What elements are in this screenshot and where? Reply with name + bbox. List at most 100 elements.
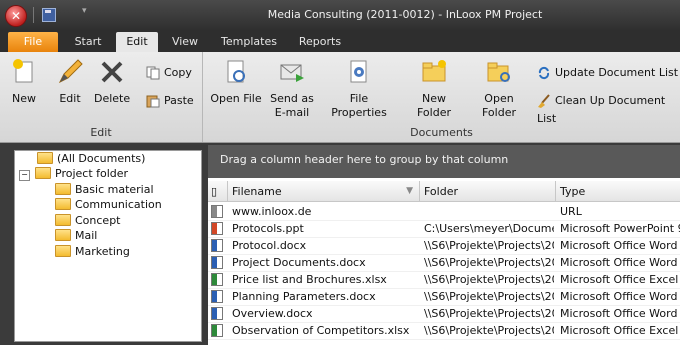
new-button[interactable]: New bbox=[8, 58, 40, 106]
open-folder-icon bbox=[485, 58, 513, 86]
email-icon bbox=[278, 58, 306, 86]
table-row[interactable]: Planning Parameters.docx \\S6\Projekte\Pr… bbox=[208, 288, 680, 306]
document-grid: Drag a column header here to group by th… bbox=[208, 145, 680, 345]
open-folder-button[interactable]: Open Folder bbox=[469, 58, 529, 120]
pencil-icon bbox=[56, 58, 84, 86]
tab-templates[interactable]: Templates bbox=[216, 32, 282, 52]
cell-folder: \\S6\Projekte\Projects\20... bbox=[424, 239, 554, 252]
powerpoint-icon bbox=[211, 222, 223, 235]
table-row[interactable]: Project Documents.docx \\S6\Projekte\Proj… bbox=[208, 254, 680, 272]
file-properties-icon bbox=[345, 58, 373, 86]
file-properties-button[interactable]: File Properties bbox=[321, 58, 397, 120]
table-row[interactable]: Price list and Brochures.xlsx \\S6\Projek… bbox=[208, 271, 680, 289]
cell-type: Microsoft Office Word Do... bbox=[560, 307, 680, 320]
tab-reports[interactable]: Reports bbox=[292, 32, 348, 52]
column-header-type[interactable]: Type bbox=[556, 181, 680, 202]
cell-folder bbox=[424, 203, 554, 220]
ribbon-group-label-edit: Edit bbox=[90, 126, 112, 139]
word-icon bbox=[211, 290, 223, 303]
cell-filename: Project Documents.docx bbox=[232, 256, 366, 269]
word-icon bbox=[211, 239, 223, 252]
window-title: Media Consulting (2011-0012) - InLoox PM… bbox=[267, 8, 543, 21]
cell-filename: Protocols.ppt bbox=[232, 222, 304, 235]
folder-icon bbox=[55, 214, 71, 226]
ribbon-group-label-documents: Documents bbox=[410, 126, 473, 139]
tab-start[interactable]: Start bbox=[68, 32, 108, 52]
tree-item-all-documents[interactable]: (All Documents) bbox=[37, 151, 145, 166]
tree-item-marketing[interactable]: Marketing bbox=[55, 244, 130, 259]
cell-type: Microsoft Office Word Do... bbox=[560, 239, 680, 252]
folder-icon bbox=[55, 198, 71, 210]
folder-icon bbox=[35, 167, 51, 179]
broom-icon bbox=[537, 94, 551, 108]
cell-filename: Protocol.docx bbox=[232, 239, 307, 252]
table-row[interactable]: Protocol.docx \\S6\Projekte\Projects\20..… bbox=[208, 237, 680, 255]
table-row[interactable]: Protocols.ppt C:\Users\meyer\Documen... Mi… bbox=[208, 220, 680, 238]
new-folder-icon bbox=[420, 58, 448, 86]
column-header-filename[interactable]: Filename ▼ bbox=[228, 181, 420, 202]
cell-filename: Planning Parameters.docx bbox=[232, 290, 376, 303]
delete-button[interactable]: Delete bbox=[94, 58, 130, 106]
document-icon: ▯ bbox=[211, 185, 218, 198]
cell-folder: \\S6\Projekte\Projects\20... bbox=[424, 307, 554, 320]
tab-edit[interactable]: Edit bbox=[116, 32, 158, 52]
ribbon-tabs: File Start Edit View Templates Reports bbox=[0, 30, 680, 52]
folder-icon bbox=[37, 152, 53, 164]
group-by-panel[interactable]: Drag a column header here to group by th… bbox=[208, 145, 680, 178]
table-row[interactable]: www.inloox.de URL bbox=[208, 203, 680, 221]
cell-type: Microsoft Office Excel Wo... bbox=[560, 324, 680, 337]
folder-icon bbox=[55, 229, 71, 241]
open-file-icon bbox=[222, 58, 250, 86]
folder-tree: (All Documents) − Project folder Basic ma… bbox=[14, 150, 202, 342]
collapse-icon[interactable]: − bbox=[19, 170, 30, 181]
word-icon bbox=[211, 256, 223, 269]
copy-button[interactable]: Copy bbox=[146, 64, 192, 82]
cell-filename: Overview.docx bbox=[232, 307, 313, 320]
cell-type: Microsoft Office Excel Wo... bbox=[560, 273, 680, 286]
delete-x-icon bbox=[98, 58, 126, 86]
folder-icon bbox=[55, 183, 71, 195]
sort-arrow-icon: ▼ bbox=[406, 186, 413, 196]
cell-folder: \\S6\Projekte\Projects\20... bbox=[424, 290, 554, 303]
clean-up-document-list-button[interactable]: Clean Up Document List bbox=[537, 92, 680, 125]
open-file-button[interactable]: Open File bbox=[209, 58, 263, 106]
new-document-icon bbox=[10, 58, 38, 86]
cell-folder: \\S6\Projekte\Projects\20... bbox=[424, 256, 554, 269]
paste-icon bbox=[146, 94, 160, 108]
cell-filename: Price list and Brochures.xlsx bbox=[232, 273, 387, 286]
table-row[interactable]: Observation of Competitors.xlsx \\S6\Proj… bbox=[208, 322, 680, 340]
tree-item-basic-material[interactable]: Basic material bbox=[55, 182, 154, 197]
copy-icon bbox=[146, 66, 160, 80]
cell-type: URL bbox=[560, 205, 582, 218]
excel-icon bbox=[211, 324, 223, 337]
ribbon: New Edit Delete Copy Paste Edit Open Fil bbox=[0, 52, 680, 143]
new-folder-button[interactable]: New Folder bbox=[405, 58, 463, 120]
cell-filename: www.inloox.de bbox=[232, 205, 312, 218]
paste-button[interactable]: Paste bbox=[146, 92, 194, 110]
cell-type: Microsoft Office Word Do... bbox=[560, 290, 680, 303]
send-as-email-button[interactable]: Send as E-mail bbox=[267, 58, 317, 120]
tree-item-concept[interactable]: Concept bbox=[55, 213, 121, 228]
tab-view[interactable]: View bbox=[164, 32, 206, 52]
column-header-folder[interactable]: Folder bbox=[420, 181, 556, 202]
link-icon bbox=[211, 205, 223, 218]
column-header-icon[interactable]: ▯ bbox=[208, 181, 228, 202]
ribbon-group-edit: New Edit Delete Copy Paste Edit bbox=[0, 52, 203, 142]
cell-folder: C:\Users\meyer\Documen... bbox=[424, 222, 554, 235]
word-icon bbox=[211, 307, 223, 320]
tree-item-project-folder[interactable]: − Project folder bbox=[19, 166, 128, 181]
tab-file[interactable]: File bbox=[8, 32, 58, 52]
tree-item-communication[interactable]: Communication bbox=[55, 197, 162, 212]
cell-folder: \\S6\Projekte\Projects\20... bbox=[424, 324, 554, 337]
cell-filename: Observation of Competitors.xlsx bbox=[232, 324, 410, 337]
update-document-list-button[interactable]: Update Document List bbox=[537, 64, 678, 82]
ribbon-group-documents: Open File Send as E-mail File Properties… bbox=[203, 52, 680, 142]
folder-icon bbox=[55, 245, 71, 257]
edit-button[interactable]: Edit bbox=[54, 58, 86, 106]
tree-item-mail[interactable]: Mail bbox=[55, 228, 97, 243]
cell-folder: \\S6\Projekte\Projects\20... bbox=[424, 273, 554, 286]
refresh-icon bbox=[537, 66, 551, 80]
cell-type: Microsoft Office Word Do... bbox=[560, 256, 680, 269]
table-row[interactable]: Overview.docx \\S6\Projekte\Projects\20..… bbox=[208, 305, 680, 323]
title-bar: ✕ ▾ Media Consulting (2011-0012) - InLoo… bbox=[0, 0, 680, 30]
